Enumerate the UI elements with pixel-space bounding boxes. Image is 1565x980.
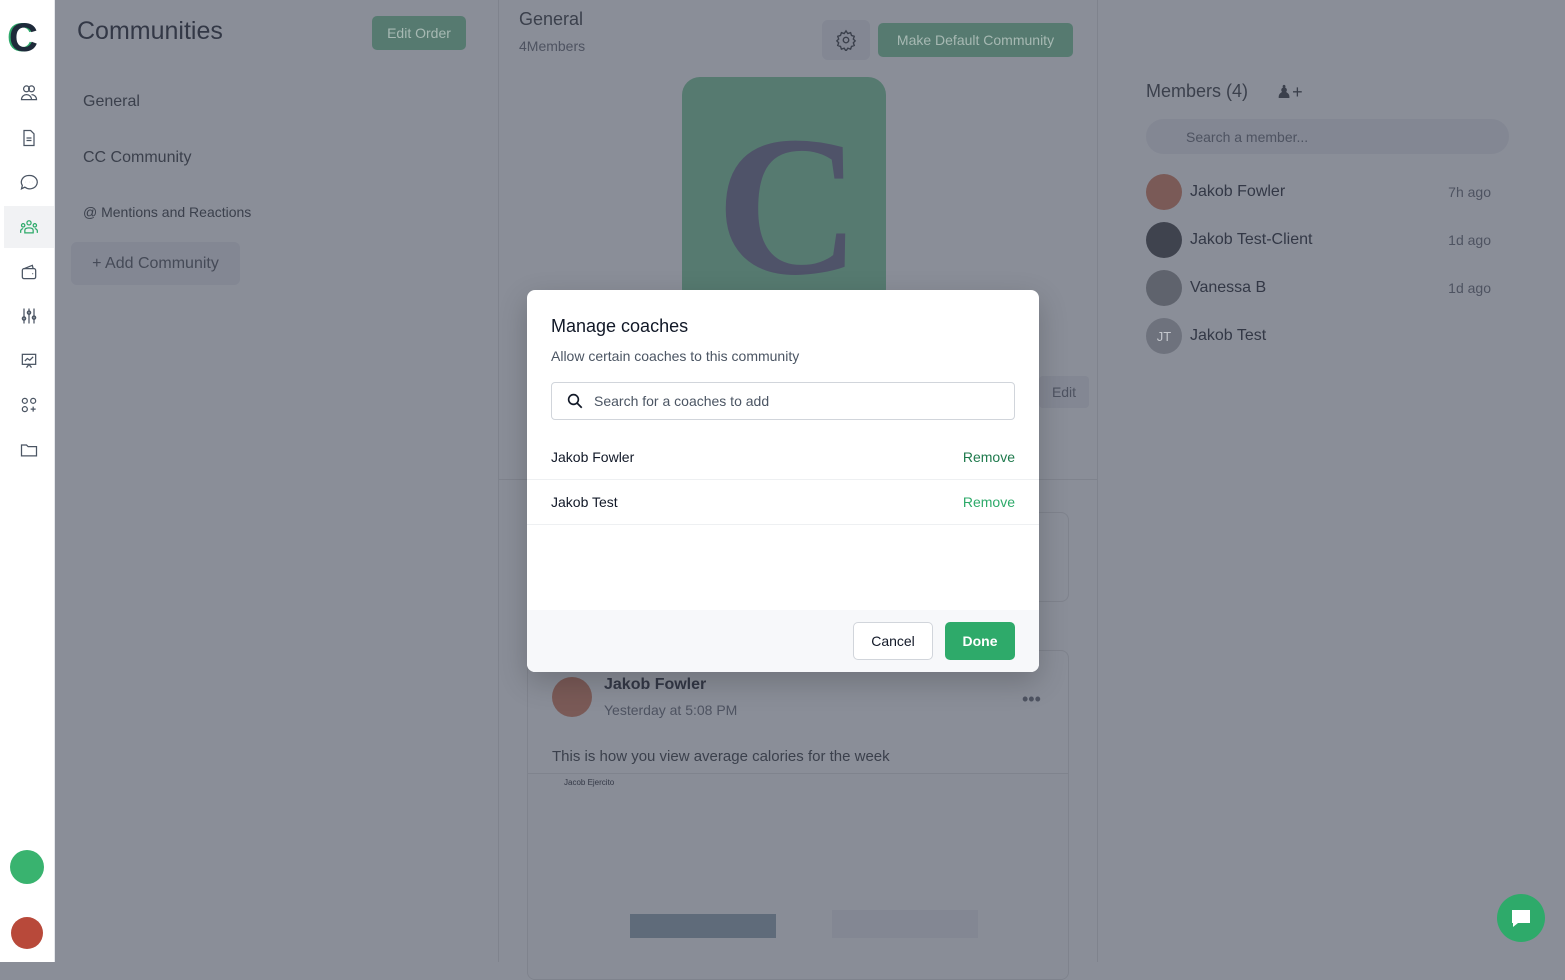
sliders-icon[interactable] <box>4 295 54 337</box>
cancel-button[interactable]: Cancel <box>853 622 933 660</box>
manage-coaches-modal: Manage coaches Allow certain coaches to … <box>527 290 1039 672</box>
settings-button[interactable] <box>822 20 870 60</box>
modal-title: Manage coaches <box>551 316 689 336</box>
communities-icon[interactable] <box>4 206 54 248</box>
member-row[interactable]: JT Jakob Test <box>1146 318 1491 354</box>
communities-panel: Communities Edit Order General CC Commun… <box>55 0 499 962</box>
messages-icon[interactable] <box>4 162 54 204</box>
folder-icon[interactable] <box>4 429 54 471</box>
wallet-icon[interactable] <box>4 251 54 293</box>
community-item[interactable]: General <box>83 93 140 111</box>
community-item[interactable]: CC Community <box>83 149 191 167</box>
make-default-button[interactable]: Make Default Community <box>878 23 1073 57</box>
apps-icon[interactable] <box>4 384 54 426</box>
post-text: This is how you view average calories fo… <box>552 748 890 765</box>
app-logo: C <box>9 16 38 60</box>
presentation-icon[interactable] <box>4 340 54 382</box>
more-icon[interactable]: ••• <box>1022 689 1041 710</box>
member-count: 4Members <box>519 38 586 54</box>
edit-button[interactable]: Edit <box>1039 376 1089 408</box>
remove-button[interactable]: Remove <box>963 449 1015 465</box>
coach-row: Jakob Test Remove <box>527 480 1039 525</box>
members-panel: Members (4) ♟+ Search a member... Jakob … <box>1098 0 1565 962</box>
add-community-button[interactable]: + Add Community <box>71 242 240 285</box>
post-time: Yesterday at 5:08 PM <box>604 702 738 718</box>
documents-icon[interactable] <box>4 117 54 159</box>
user-avatar[interactable] <box>11 917 43 949</box>
member-search-input[interactable]: Search a member... <box>1146 119 1509 154</box>
modal-footer: Cancel Done <box>527 610 1039 672</box>
chat-icon <box>1512 910 1530 927</box>
post-author[interactable]: Jakob Fowler <box>604 676 706 694</box>
page-title: Communities <box>77 17 223 45</box>
avatar <box>1146 174 1182 210</box>
modal-subtitle: Allow certain coaches to this community <box>551 348 800 364</box>
members-title: Members (4) <box>1146 81 1249 101</box>
avatar <box>1146 270 1182 306</box>
gear-icon <box>835 29 857 51</box>
post-card: Jakob Fowler Yesterday at 5:08 PM ••• Th… <box>527 650 1069 980</box>
done-button[interactable]: Done <box>945 622 1015 660</box>
member-row[interactable]: Vanessa B 1d ago <box>1146 270 1491 306</box>
avatar: JT <box>1146 318 1182 354</box>
chat-button[interactable] <box>1497 894 1545 942</box>
embed-name: Jacob Ejercito <box>564 778 615 787</box>
member-row[interactable]: Jakob Test-Client 1d ago <box>1146 222 1491 258</box>
community-name: General <box>519 9 584 29</box>
nav-rail: C <box>0 0 55 962</box>
post-screenshot[interactable]: Jacob Ejercito <box>528 773 1068 979</box>
author-avatar <box>552 677 592 717</box>
community-image: C <box>682 77 886 307</box>
clients-icon[interactable] <box>4 72 54 114</box>
coach-search-input[interactable]: Search for a coaches to add <box>551 382 1015 420</box>
edit-order-button[interactable]: Edit Order <box>372 16 466 50</box>
add-member-icon[interactable]: ♟+ <box>1276 82 1303 103</box>
coach-row: Jakob Fowler Remove <box>527 435 1039 480</box>
search-icon <box>567 393 583 409</box>
member-row[interactable]: Jakob Fowler 7h ago <box>1146 174 1491 210</box>
community-item[interactable]: @ Mentions and Reactions <box>83 204 251 220</box>
avatar <box>1146 222 1182 258</box>
remove-button[interactable]: Remove <box>963 494 1015 510</box>
mascot-icon[interactable] <box>10 850 44 884</box>
